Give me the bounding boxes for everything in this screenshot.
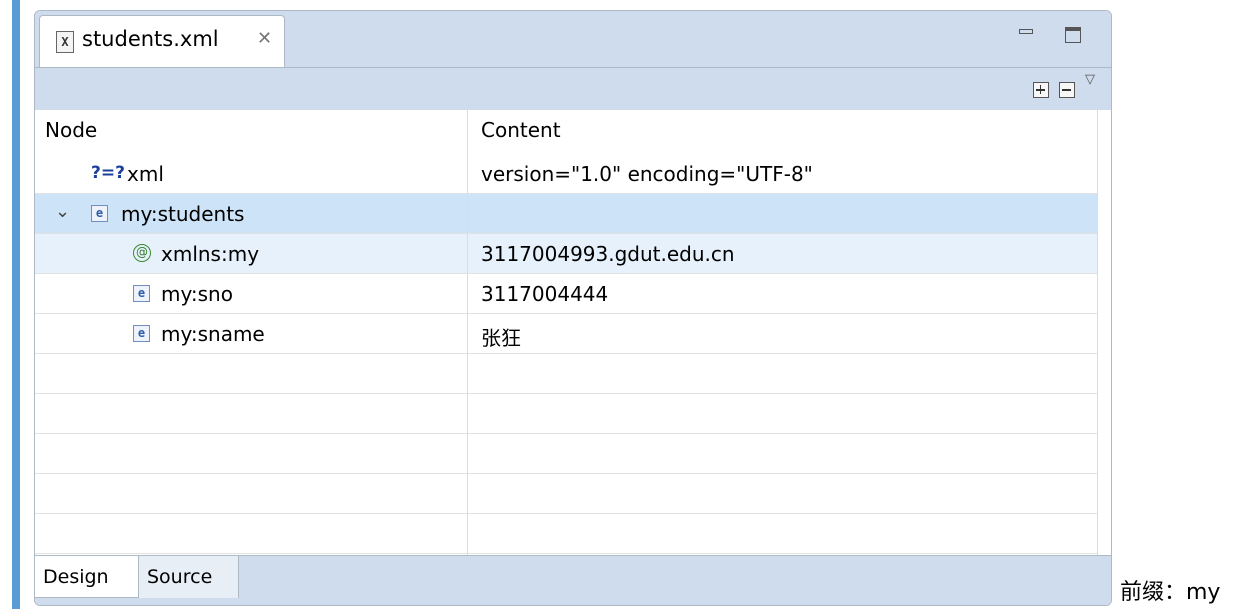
empty-row (35, 474, 1097, 514)
node-name: xml (127, 162, 164, 186)
node-content: 3117004444 (481, 282, 609, 306)
collapse-all-icon[interactable] (1059, 82, 1075, 98)
header-node: Node (45, 118, 98, 142)
design-toolbar: ▽ (35, 67, 1111, 110)
prefix-note: 前缀：my (1120, 580, 1221, 605)
view-menu-icon[interactable]: ▽ (1085, 72, 1095, 87)
node-name: my:students (121, 202, 245, 226)
attribute-icon: @ (133, 244, 151, 262)
table-row[interactable]: @ xmlns:my 3117004993.gdut.edu.cn (35, 234, 1097, 274)
node-name: my:sno (161, 282, 233, 306)
element-icon: e (133, 325, 150, 342)
column-divider[interactable] (467, 110, 468, 555)
xml-file-icon: X (56, 31, 74, 53)
node-content: 张狂 (481, 326, 521, 350)
node-content: version="1.0" encoding="UTF-8" (481, 162, 813, 186)
empty-row (35, 354, 1097, 394)
bottom-tab-bar: Design Source (35, 555, 1111, 605)
table-row[interactable]: ⌄ e my:students (35, 194, 1097, 234)
left-accent-bar (12, 0, 20, 609)
xml-tree-table: Node Content ?=? xml version="1.0" encod… (35, 110, 1097, 555)
table-row[interactable]: e my:sno 3117004444 (35, 274, 1097, 314)
tab-source[interactable]: Source (139, 556, 239, 598)
tab-design[interactable]: Design (35, 556, 139, 598)
maximize-icon[interactable] (1065, 27, 1081, 43)
processing-instruction-icon: ?=? (91, 163, 125, 183)
minimize-icon[interactable] (1019, 29, 1033, 34)
editor-tab-bar: X students.xml ✕ (35, 11, 1111, 67)
tab-title: students.xml (82, 27, 219, 51)
table-row[interactable]: ?=? xml version="1.0" encoding="UTF-8" (35, 154, 1097, 194)
expand-chevron-icon[interactable]: ⌄ (55, 201, 70, 222)
xml-editor: X students.xml ✕ ▽ Node Content ?=? xml … (34, 10, 1112, 606)
element-icon: e (91, 205, 108, 222)
table-header: Node Content (35, 110, 1097, 150)
expand-all-icon[interactable] (1033, 82, 1049, 98)
empty-row (35, 394, 1097, 434)
tab-students-xml[interactable]: X students.xml ✕ (39, 15, 285, 67)
node-name: my:sname (161, 322, 265, 346)
table-right-border (1097, 110, 1098, 555)
empty-row (35, 434, 1097, 474)
table-row[interactable]: e my:sname 张狂 (35, 314, 1097, 354)
element-icon: e (133, 285, 150, 302)
empty-row (35, 514, 1097, 554)
header-content: Content (481, 118, 561, 142)
close-icon[interactable]: ✕ (257, 28, 272, 49)
node-content: 3117004993.gdut.edu.cn (481, 242, 735, 266)
node-name: xmlns:my (161, 242, 260, 266)
